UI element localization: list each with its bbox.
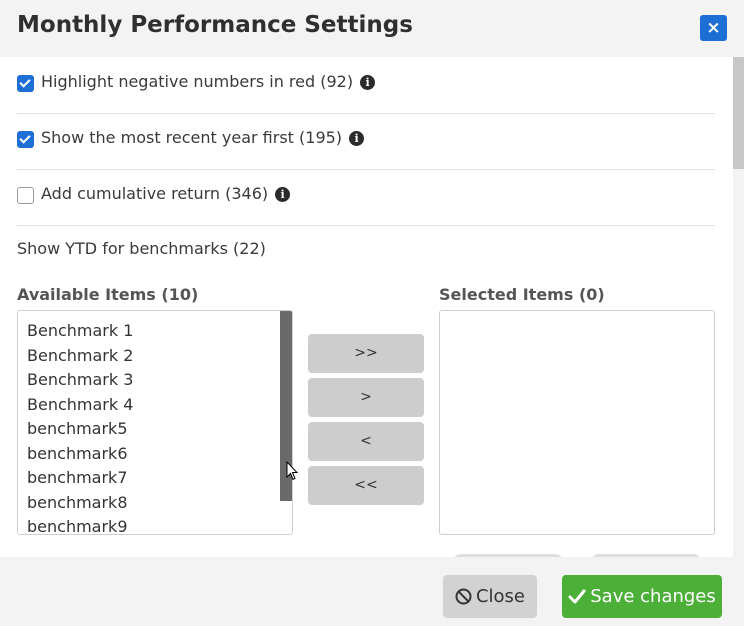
list-item[interactable]: benchmark5 bbox=[27, 419, 128, 438]
ban-icon bbox=[455, 588, 472, 605]
info-icon[interactable]: i bbox=[275, 187, 291, 202]
info-icon[interactable]: i bbox=[349, 131, 365, 146]
remove-button[interactable]: < bbox=[308, 422, 424, 461]
mouse-cursor-icon bbox=[286, 461, 298, 481]
save-changes-label: Save changes bbox=[590, 586, 716, 607]
info-icon[interactable]: i bbox=[360, 75, 376, 90]
close-icon[interactable]: × bbox=[700, 15, 727, 41]
close-button[interactable]: Close bbox=[443, 575, 537, 618]
recent-year-first-checkbox[interactable] bbox=[17, 131, 34, 148]
list-item[interactable]: Benchmark 1 bbox=[27, 321, 133, 340]
recent-year-first-label: Show the most recent year first (195) bbox=[41, 128, 343, 147]
list-item[interactable]: Benchmark 3 bbox=[27, 370, 133, 389]
list-item[interactable]: Benchmark 4 bbox=[27, 395, 133, 414]
dialog-body: Highlight negative numbers in red (92) i … bbox=[0, 57, 744, 557]
dialog-scrollbar-thumb[interactable] bbox=[733, 57, 744, 169]
save-changes-button[interactable]: Save changes bbox=[562, 575, 722, 618]
list-item[interactable]: benchmark8 bbox=[27, 493, 128, 512]
dialog-header: Monthly Performance Settings × bbox=[0, 0, 744, 57]
dialog-footer: Close Save changes bbox=[0, 557, 744, 626]
highlight-negative-label: Highlight negative numbers in red (92) bbox=[41, 72, 354, 91]
dialog-scrollbar[interactable] bbox=[733, 57, 744, 557]
list-item[interactable]: benchmark6 bbox=[27, 444, 128, 463]
add-button[interactable]: > bbox=[308, 378, 424, 417]
option-recent-year-first: Show the most recent year first (195) i bbox=[17, 113, 715, 170]
ytd-benchmarks-label: Show YTD for benchmarks (22) bbox=[17, 239, 266, 258]
available-items-list[interactable]: Benchmark 1 Benchmark 2 Benchmark 3 Benc… bbox=[17, 310, 293, 535]
option-cumulative-return: Add cumulative return (346) i bbox=[17, 169, 715, 226]
dialog-title: Monthly Performance Settings bbox=[17, 12, 413, 38]
list-item[interactable]: benchmark7 bbox=[27, 468, 128, 487]
add-all-button[interactable]: >> bbox=[308, 334, 424, 373]
cumulative-return-checkbox[interactable] bbox=[17, 187, 34, 204]
close-button-label: Close bbox=[475, 586, 526, 607]
list-item[interactable]: Benchmark 2 bbox=[27, 346, 133, 365]
check-icon bbox=[568, 589, 586, 604]
selected-items-list[interactable] bbox=[439, 310, 715, 535]
option-highlight-negative: Highlight negative numbers in red (92) i bbox=[17, 57, 715, 114]
remove-all-button[interactable]: << bbox=[308, 466, 424, 505]
highlight-negative-checkbox[interactable] bbox=[17, 75, 34, 92]
selected-items-label: Selected Items (0) bbox=[439, 285, 605, 304]
cumulative-return-label: Add cumulative return (346) bbox=[41, 184, 269, 203]
list-item[interactable]: benchmark9 bbox=[27, 517, 128, 534]
available-items-label: Available Items (10) bbox=[17, 285, 199, 304]
